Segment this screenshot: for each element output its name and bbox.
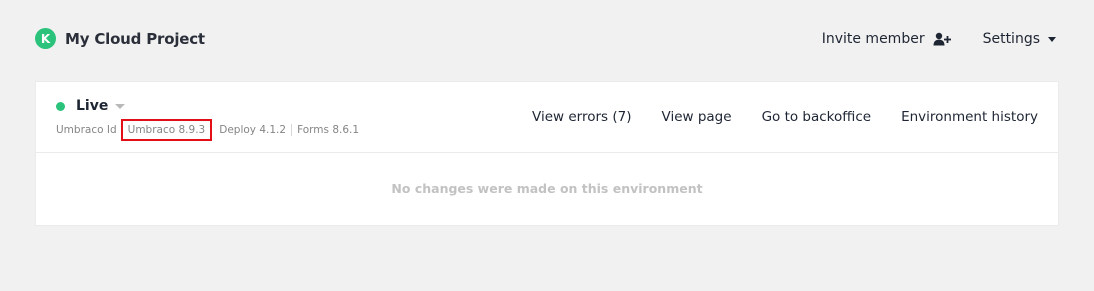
project-name: My Cloud Project xyxy=(65,29,205,48)
environment-card: Live Umbraco Id Umbraco 8.9.3 Deploy 4.1… xyxy=(35,81,1059,226)
project-switcher[interactable]: K My Cloud Project xyxy=(35,28,205,49)
project-logo-icon: K xyxy=(35,28,56,49)
invite-member-button[interactable]: Invite member xyxy=(822,31,951,47)
view-errors-link[interactable]: View errors (7) xyxy=(532,109,631,125)
chevron-down-icon xyxy=(1048,36,1056,42)
deploy-version: Deploy 4.1.2 xyxy=(219,124,287,136)
environment-selector[interactable]: Live xyxy=(56,98,126,114)
environment-actions: View errors (7) View page Go to backoffi… xyxy=(502,109,1038,125)
view-page-link[interactable]: View page xyxy=(662,109,732,125)
status-indicator-icon xyxy=(56,101,65,111)
umbraco-id-link[interactable]: Umbraco Id xyxy=(56,124,122,136)
empty-changes-message: No changes were made on this environment xyxy=(391,181,703,196)
umbraco-version: Umbraco 8.9.3 xyxy=(120,119,213,141)
settings-label: Settings xyxy=(982,31,1040,47)
page-header: K My Cloud Project Invite member Setting… xyxy=(0,0,1094,80)
go-to-backoffice-link[interactable]: Go to backoffice xyxy=(762,109,872,125)
environment-history-link[interactable]: Environment history xyxy=(901,109,1038,125)
forms-version: Forms 8.6.1 xyxy=(291,124,364,136)
caret-down-icon xyxy=(115,103,126,109)
add-user-icon xyxy=(933,32,951,46)
invite-member-label: Invite member xyxy=(821,31,925,47)
environment-card-header: Live Umbraco Id Umbraco 8.9.3 Deploy 4.1… xyxy=(36,82,1058,153)
header-actions: Invite member Settings xyxy=(822,31,1056,47)
environment-name: Live xyxy=(76,98,109,114)
version-list: Umbraco Id Umbraco 8.9.3 Deploy 4.1.2 Fo… xyxy=(56,119,364,141)
settings-dropdown[interactable]: Settings xyxy=(983,31,1056,47)
